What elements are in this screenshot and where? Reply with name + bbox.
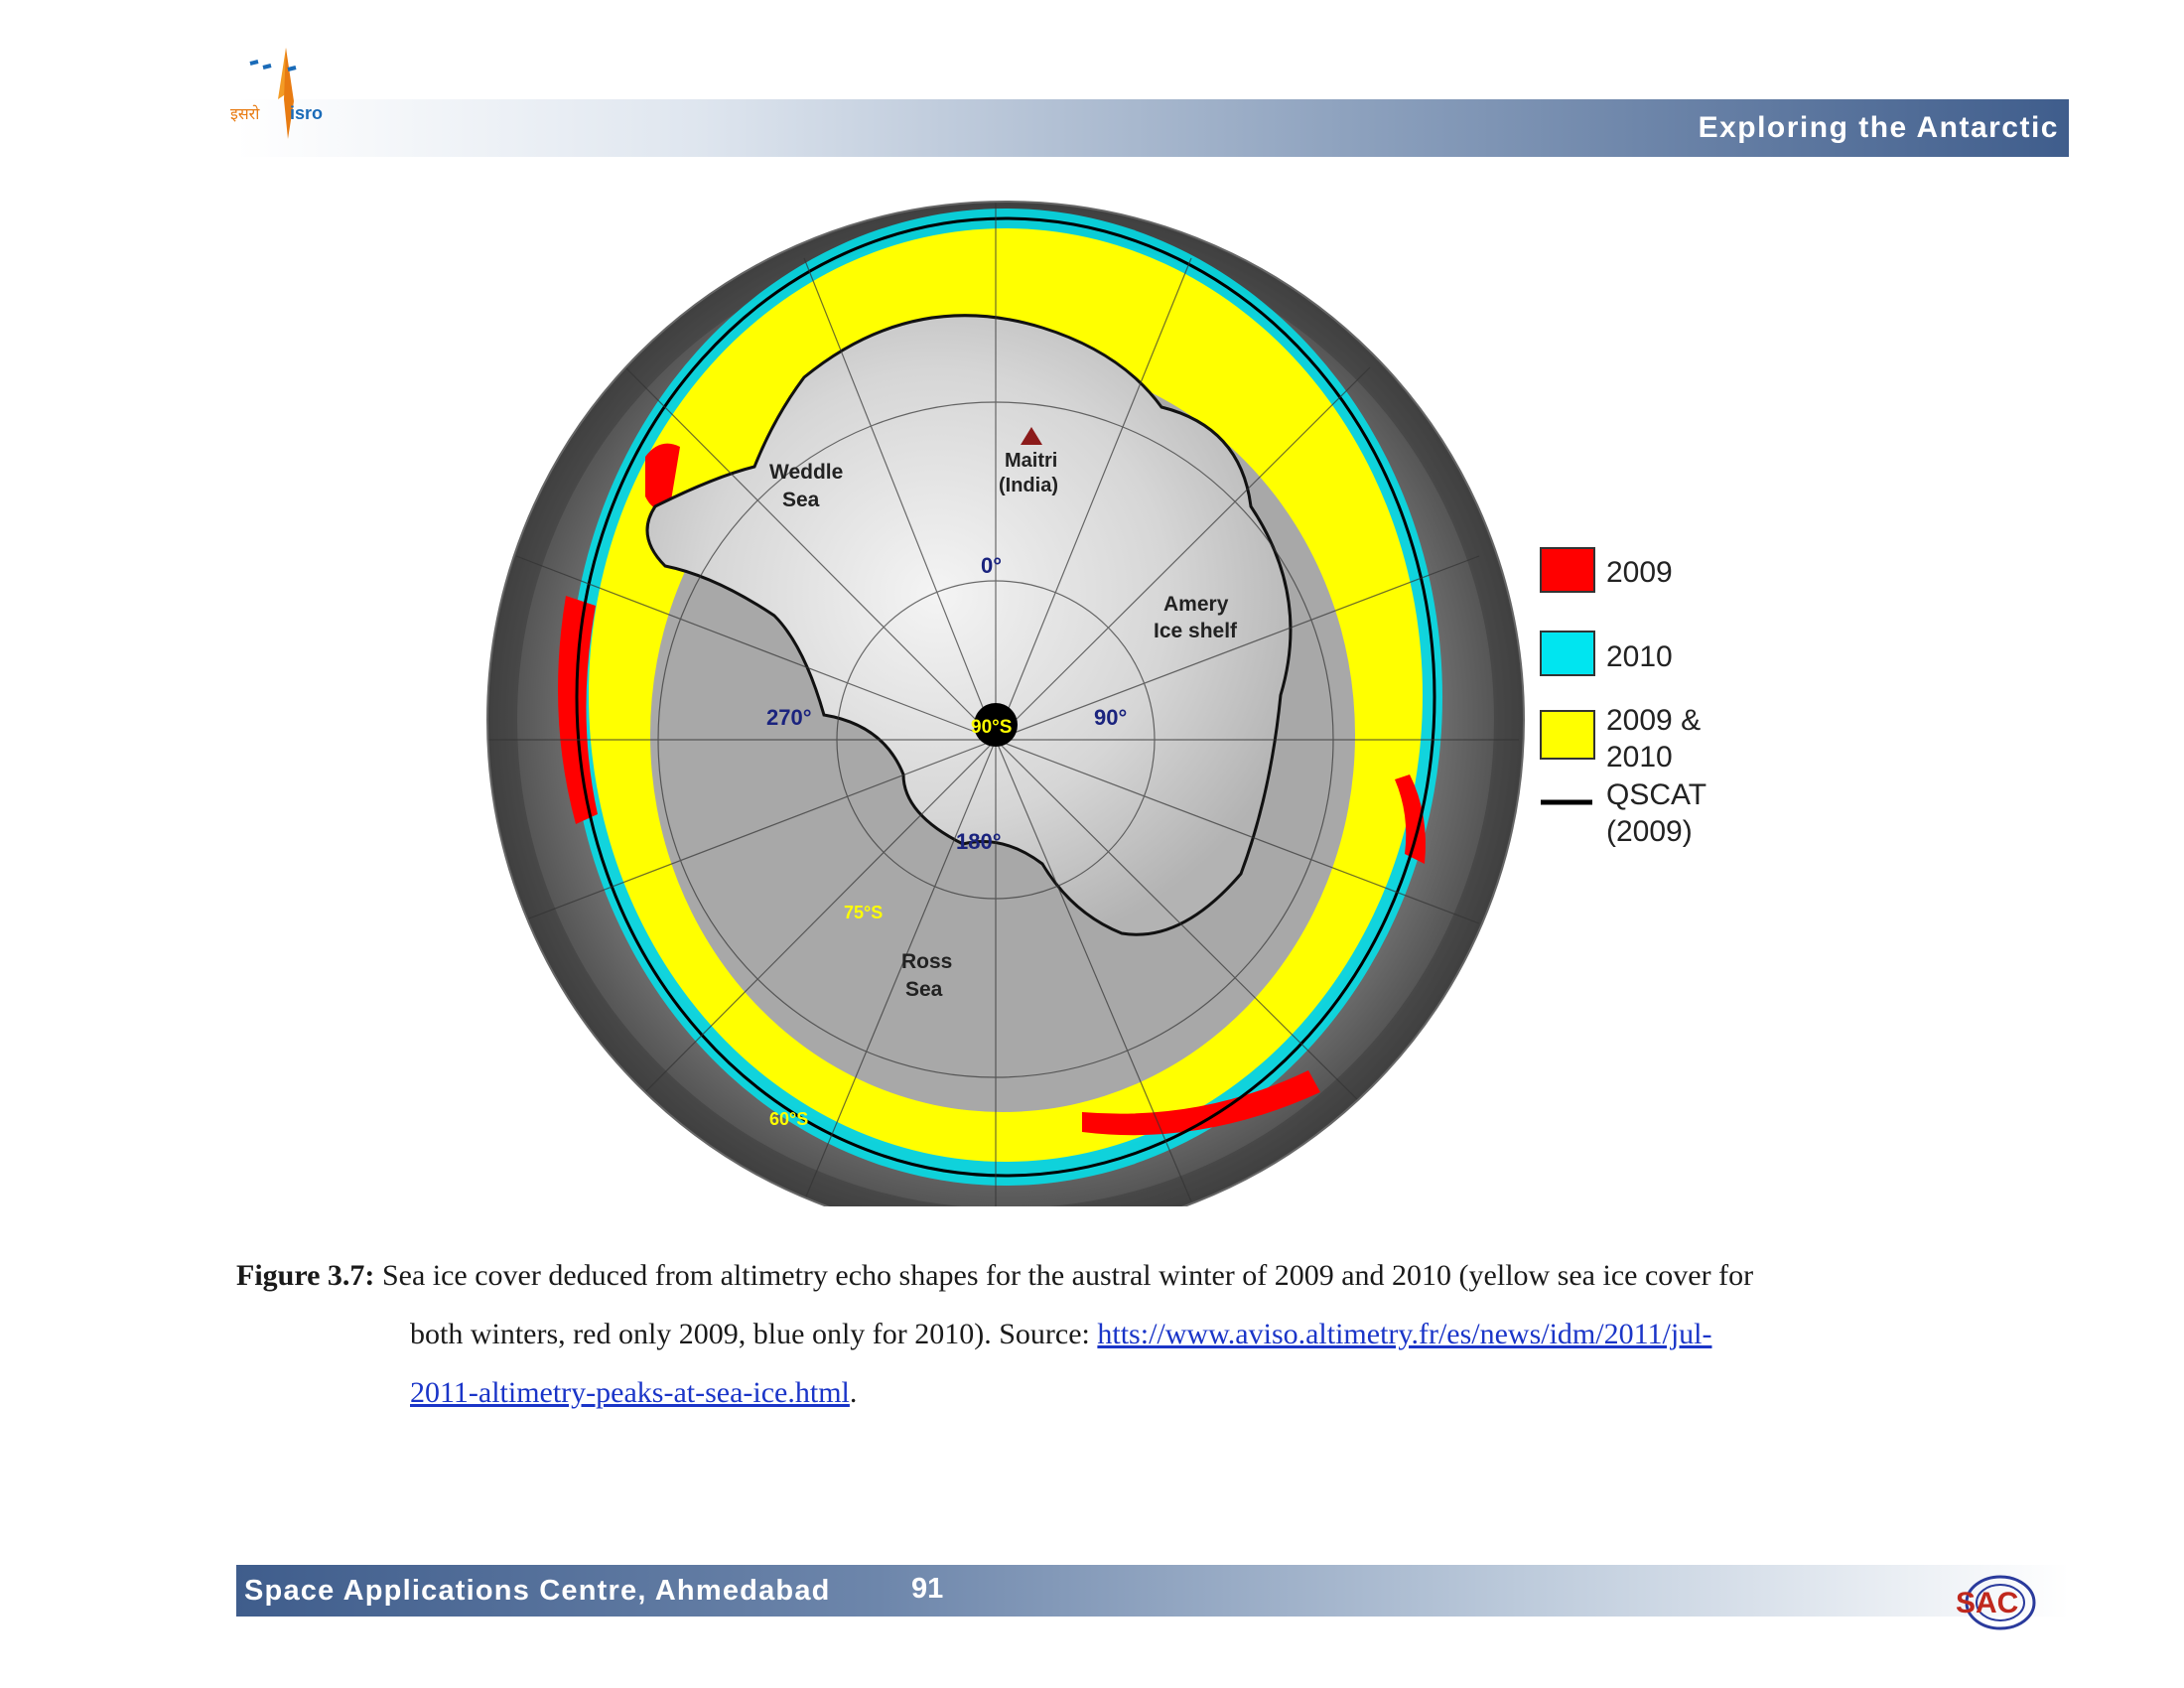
source-link-part-1[interactable]: htts://www.aviso.altimetry.fr/es/news/id…	[1097, 1318, 1711, 1350]
label-lat-75: 75°S	[844, 903, 883, 922]
isro-logo: इसरो isro	[230, 48, 323, 139]
label-maitri: Maitri	[1005, 450, 1057, 472]
header-title: Exploring the Antarctic	[1698, 111, 2059, 144]
label-lon-90: 90°	[1094, 705, 1127, 730]
svg-text:इसरो: इसरो	[230, 104, 260, 123]
legend-swatch-2010	[1540, 631, 1595, 676]
legend-label-both-2: 2010	[1606, 741, 1673, 774]
legend-label-qscat-2: (2009)	[1606, 815, 1693, 848]
svg-text:isro: isro	[290, 103, 323, 123]
label-amery-1: Amery	[1163, 593, 1229, 616]
label-ross-2: Sea	[905, 978, 943, 1001]
sac-logo: SAC	[1956, 1575, 2036, 1630]
footer-band: Space Applications Centre, Ahmedabad	[236, 1565, 2069, 1617]
label-weddle-2: Sea	[782, 489, 820, 511]
footer-organization: Space Applications Centre, Ahmedabad	[244, 1575, 831, 1607]
map-legend: 2009 2010 2009 & 2010 QSCAT (2009)	[1540, 547, 1706, 848]
label-ross-1: Ross	[901, 950, 952, 973]
map-disc	[487, 202, 1524, 1206]
label-lon-270: 270°	[766, 705, 812, 730]
header-band: Exploring the Antarctic	[236, 99, 2069, 157]
legend-label-both-1: 2009 &	[1606, 704, 1701, 737]
figure-caption: Figure 3.7: Sea ice cover deduced from a…	[236, 1246, 2073, 1422]
svg-text:SAC: SAC	[1956, 1587, 2018, 1619]
legend-label-qscat-1: QSCAT	[1606, 778, 1706, 811]
label-pole: 90°S	[971, 717, 1012, 738]
page-number: 91	[911, 1573, 944, 1605]
caption-end: .	[849, 1376, 858, 1409]
label-lon-180: 180°	[956, 829, 1002, 854]
label-lon-0: 0°	[981, 553, 1002, 578]
antarctic-sea-ice-map: Maitri (India) Weddle Sea Amery Ice shel…	[486, 201, 1706, 1206]
label-maitri-country: (India)	[999, 475, 1058, 496]
label-amery-2: Ice shelf	[1154, 620, 1238, 642]
legend-label-2009: 2009	[1606, 556, 1673, 589]
label-lat-60: 60°S	[769, 1109, 808, 1129]
legend-swatch-both	[1540, 710, 1595, 760]
label-weddle-1: Weddle	[769, 461, 843, 484]
legend-swatch-2009	[1540, 547, 1595, 593]
caption-text-2: both winters, red only 2009, blue only f…	[410, 1318, 1098, 1350]
legend-label-2010: 2010	[1606, 640, 1673, 673]
caption-label: Figure 3.7:	[236, 1259, 375, 1292]
source-link-part-2[interactable]: 2011-altimetry-peaks-at-sea-ice.html	[410, 1376, 850, 1409]
caption-text-1: Sea ice cover deduced from altimetry ech…	[381, 1259, 1754, 1292]
